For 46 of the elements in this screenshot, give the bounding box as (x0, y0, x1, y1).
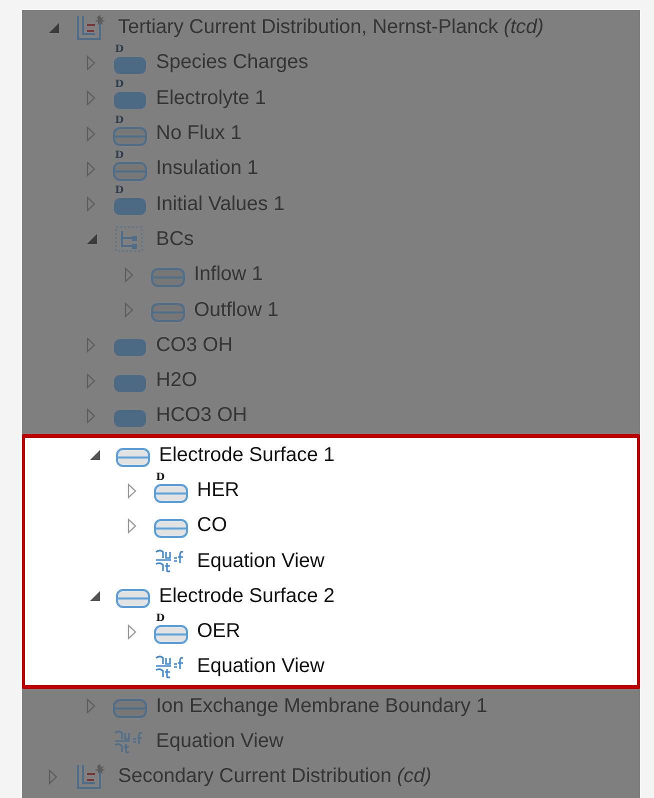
expand-arrow-icon[interactable] (86, 160, 96, 177)
collapse-arrow-icon[interactable] (89, 449, 101, 462)
tree-item-label[interactable]: HCO3 OH (156, 404, 248, 428)
expand-arrow-icon[interactable] (124, 266, 134, 283)
tree-item-label[interactable]: Equation View (197, 550, 324, 573)
tree-item-label[interactable]: Equation View (197, 655, 324, 678)
expand-arrow-icon[interactable] (127, 518, 137, 534)
tree-item-label[interactable]: Inflow 1 (194, 263, 263, 286)
tree-item-label[interactable]: CO3 OH (156, 334, 233, 357)
tree-item-label[interactable]: Outflow 1 (194, 298, 278, 322)
expand-arrow-icon[interactable] (124, 302, 134, 318)
expand-arrow-icon[interactable] (86, 372, 96, 389)
tree-item-label[interactable]: HER (197, 479, 240, 502)
badge-letter: D (115, 150, 124, 161)
expand-arrow-icon[interactable] (86, 54, 96, 71)
tree-item-label[interactable]: Tertiary Current Distribution, Nernst-Planck (tcd) (118, 16, 544, 40)
collapse-arrow-icon[interactable] (89, 590, 101, 602)
tree-item-label[interactable]: H2O (156, 369, 198, 392)
tree-item-label[interactable]: No Flux 1 (156, 122, 242, 146)
expand-arrow-icon[interactable] (86, 408, 96, 424)
tree-item-label[interactable]: CO (197, 514, 227, 538)
expand-arrow-icon[interactable] (127, 624, 137, 640)
tree-item-label[interactable]: BCs (156, 228, 194, 251)
badge-letter: D (115, 116, 124, 126)
badge-letter: D (156, 472, 165, 482)
badge-letter: D (115, 44, 124, 55)
expand-arrow-icon[interactable] (86, 196, 96, 212)
badge-letter: D (115, 186, 124, 196)
tree-item-label[interactable]: Electrode Surface 2 (159, 584, 335, 608)
expand-arrow-icon[interactable] (127, 482, 137, 498)
expand-arrow-icon[interactable] (86, 698, 96, 714)
tree-item-label[interactable]: Insulation 1 (156, 157, 258, 180)
tree-item-label[interactable]: Species Charges (156, 51, 308, 74)
tree-item-label[interactable]: Electrolyte 1 (156, 86, 266, 110)
tree-item-label[interactable]: Ion Exchange Membrane Boundary 1 (156, 694, 488, 718)
expand-arrow-icon[interactable] (86, 126, 96, 142)
expand-arrow-icon[interactable] (86, 337, 96, 354)
tree-item-label[interactable]: Initial Values 1 (156, 192, 285, 216)
expand-arrow-icon[interactable] (48, 768, 58, 785)
badge-letter: D (115, 80, 124, 90)
tree-item-label[interactable]: OER (197, 620, 240, 644)
tree-item-label[interactable]: Equation View (156, 730, 284, 754)
tree-item-label[interactable]: Secondary Current Distribution (cd) (118, 765, 432, 788)
tree-item-label[interactable]: Electrode Surface 1 (159, 444, 335, 467)
badge-letter: D (156, 614, 165, 624)
expand-arrow-icon[interactable] (86, 90, 96, 106)
